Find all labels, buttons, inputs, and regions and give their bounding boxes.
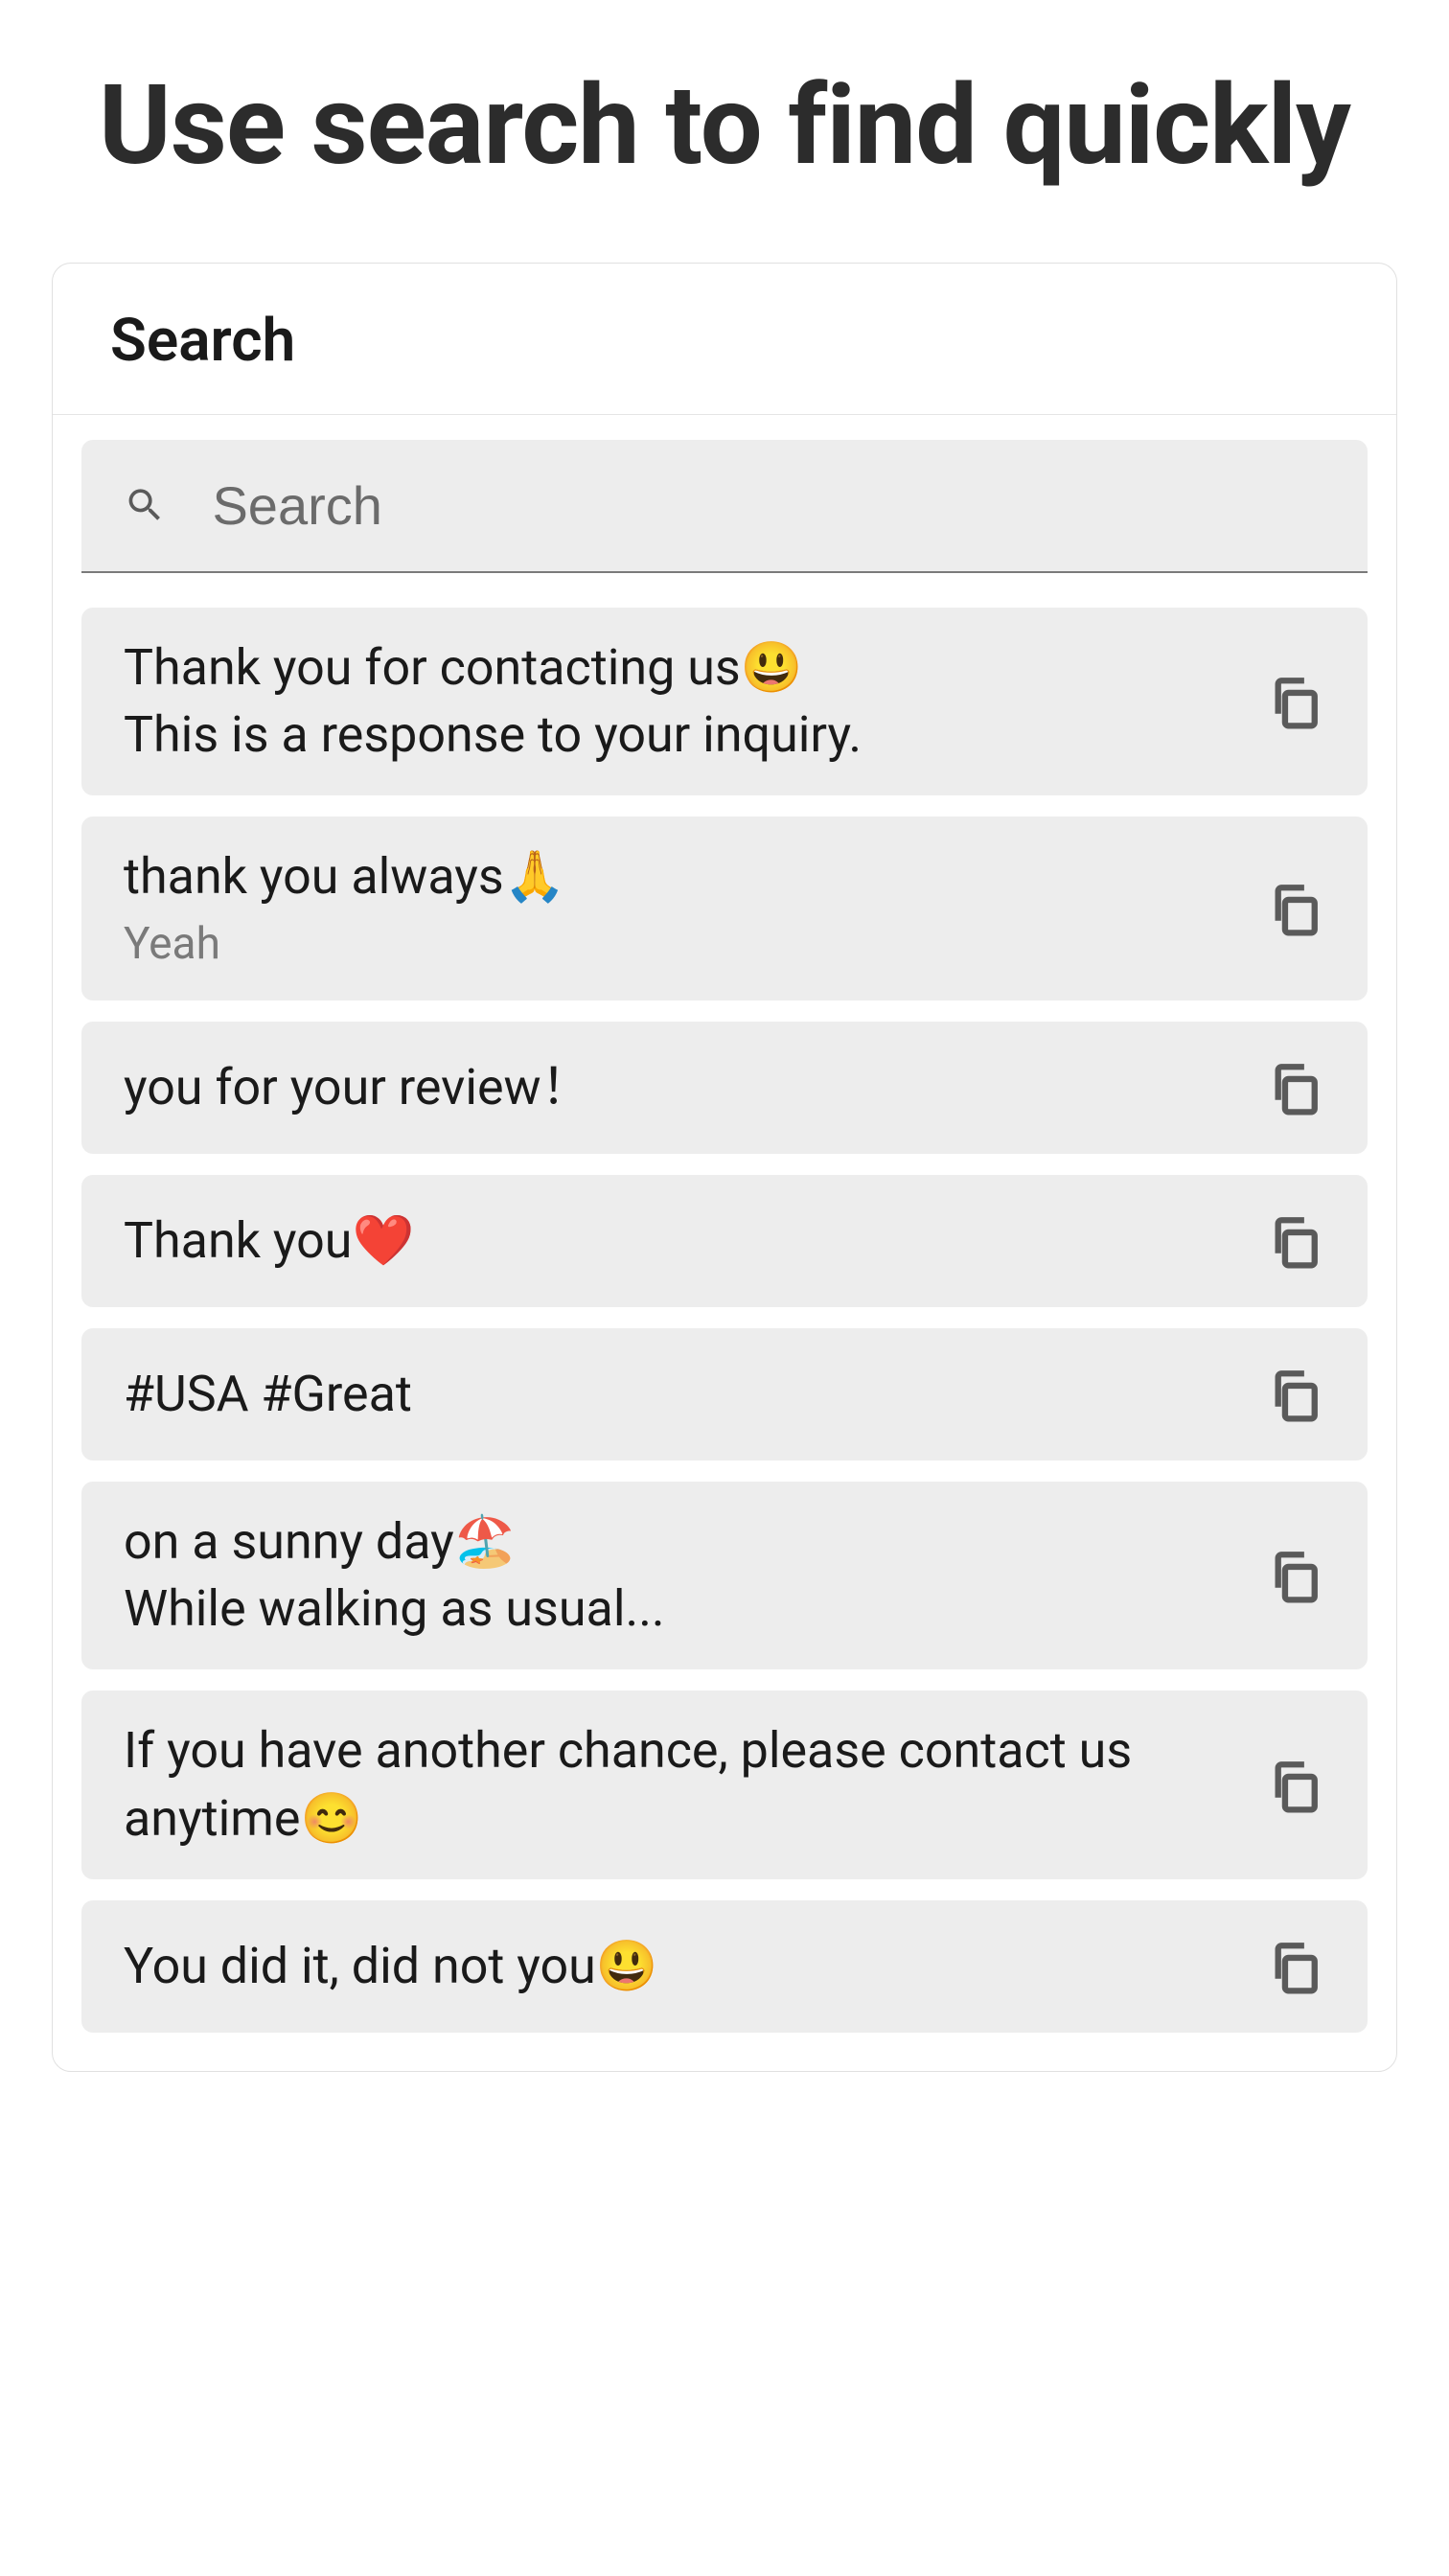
list-item[interactable]: thank you always🙏 Yeah [81,816,1368,1000]
item-primary-text: If you have another chance, please conta… [124,1717,1231,1852]
list-item[interactable]: Thank you❤️ [81,1175,1368,1307]
copy-icon [1266,1213,1322,1269]
list-item[interactable]: you for your review！ [81,1022,1368,1154]
copy-button[interactable] [1254,1202,1333,1280]
list-item[interactable]: #USA #Great [81,1328,1368,1460]
page-title: Search [110,306,1339,376]
hero-title: Use search to find quickly [0,0,1449,263]
item-secondary-text: Yeah [124,916,1231,974]
list-item[interactable]: If you have another chance, please conta… [81,1690,1368,1878]
item-primary-text: You did it, did not you😃 [124,1933,1231,2000]
copy-button[interactable] [1254,1048,1333,1127]
item-primary-text: on a sunny day🏖️ While walking as usual.… [124,1508,1231,1643]
copy-button[interactable] [1254,1355,1333,1434]
app-header: Search [53,264,1396,415]
copy-icon [1266,674,1322,729]
item-primary-text: thank you always🙏 [124,843,1231,910]
app-card: Search Thank you for contacting us😃 This… [52,263,1397,2072]
list-item[interactable]: Thank you for contacting us😃 This is a r… [81,608,1368,795]
search-input[interactable] [212,474,1325,537]
search-icon [124,482,166,528]
search-bar[interactable] [81,440,1368,573]
copy-button[interactable] [1254,1536,1333,1615]
app-body: Thank you for contacting us😃 This is a r… [53,415,1396,2071]
item-content: #USA #Great [124,1361,1231,1428]
item-primary-text: #USA #Great [124,1361,1231,1428]
list-item[interactable]: on a sunny day🏖️ While walking as usual.… [81,1482,1368,1669]
items-list: Thank you for contacting us😃 This is a r… [81,608,1368,2033]
copy-button[interactable] [1254,1927,1333,2006]
item-content: If you have another chance, please conta… [124,1717,1231,1852]
item-content: Thank you for contacting us😃 This is a r… [124,634,1231,769]
item-content: Thank you❤️ [124,1208,1231,1275]
copy-button[interactable] [1254,662,1333,741]
list-item[interactable]: You did it, did not you😃 [81,1900,1368,2033]
item-primary-text: Thank you❤️ [124,1208,1231,1275]
item-content: You did it, did not you😃 [124,1933,1231,2000]
copy-button[interactable] [1254,1746,1333,1825]
item-content: thank you always🙏 Yeah [124,843,1231,974]
copy-icon [1266,1367,1322,1422]
copy-icon [1266,1939,1322,1994]
item-content: you for your review！ [124,1054,1231,1121]
item-content: on a sunny day🏖️ While walking as usual.… [124,1508,1231,1643]
copy-icon [1266,1758,1322,1813]
copy-icon [1266,1548,1322,1603]
copy-button[interactable] [1254,869,1333,948]
copy-icon [1266,881,1322,936]
item-primary-text: you for your review！ [124,1054,1231,1121]
item-primary-text: Thank you for contacting us😃 This is a r… [124,634,1231,769]
copy-icon [1266,1060,1322,1116]
